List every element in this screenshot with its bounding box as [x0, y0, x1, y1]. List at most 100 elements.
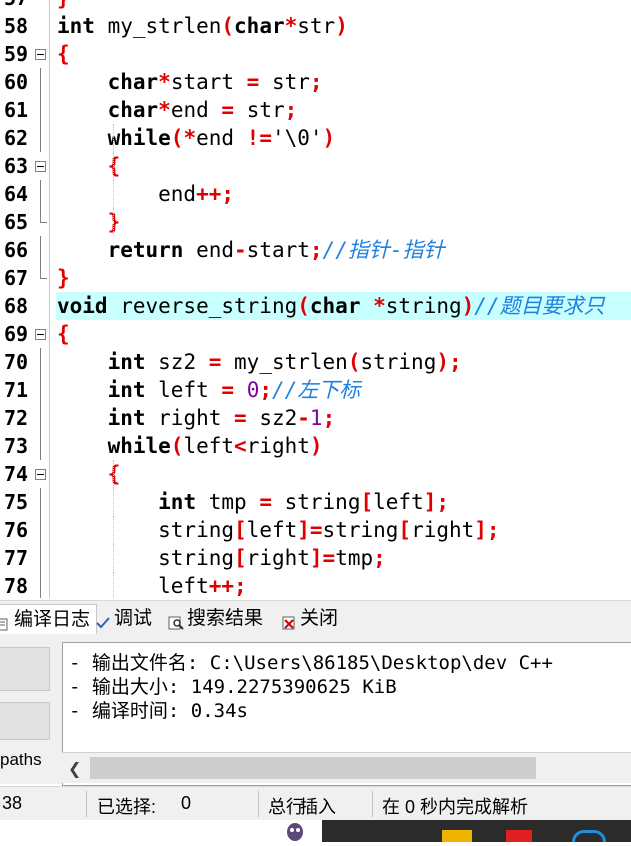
fold-guide — [40, 488, 41, 516]
code-token: ]= — [309, 546, 336, 570]
code-line[interactable]: 70 int sz2 = my_strlen(string); — [0, 348, 631, 376]
code-token: = — [259, 490, 272, 514]
code-token: ]= — [297, 518, 323, 542]
log-line: - 输出大小: 149.2275390625 KiB — [69, 676, 397, 698]
code-token: * — [360, 294, 386, 318]
code-line[interactable]: 77 string[right]=tmp; — [0, 544, 631, 572]
code-token: reverse_string — [107, 294, 298, 318]
side-button-2[interactable] — [0, 702, 50, 740]
fold-guide — [40, 376, 41, 404]
code-token: ; — [309, 70, 323, 94]
code-line[interactable]: 61 char*end = str; — [0, 96, 631, 124]
code-text: } — [57, 264, 70, 292]
code-line[interactable]: 62 while(*end !='\0') — [0, 124, 631, 152]
tab-debug[interactable]: 调试 — [95, 604, 152, 634]
code-token: string — [385, 294, 462, 318]
fold-toggle-icon[interactable] — [35, 329, 46, 340]
code-line[interactable]: 74 { — [0, 460, 631, 488]
code-text: } — [57, 208, 121, 236]
code-line[interactable]: 75 int tmp = string[left]; — [0, 488, 631, 516]
scroll-left-icon[interactable]: ❮ — [68, 759, 81, 778]
code-token: != — [246, 126, 272, 150]
log-line: - 编译时间: 0.34s — [69, 700, 248, 722]
app-red-icon[interactable] — [506, 830, 532, 842]
status-parse-message: 在 0 秒内完成解析 — [382, 797, 529, 817]
code-token: string — [271, 490, 361, 514]
code-text: left++; — [57, 572, 247, 598]
line-number: 66 — [4, 238, 29, 262]
code-token: ; — [309, 238, 323, 262]
code-line[interactable]: 60 char*start = str; — [0, 68, 631, 96]
indent-guide — [113, 544, 115, 572]
tab-debug-label: 调试 — [114, 608, 153, 629]
code-token: char — [234, 14, 285, 38]
code-token: int — [107, 350, 146, 374]
fold-toggle-icon[interactable] — [35, 161, 46, 172]
line-number: 75 — [4, 490, 29, 514]
line-number: 68 — [4, 294, 29, 318]
code-token: left — [373, 490, 424, 514]
indent-guide — [113, 516, 115, 544]
horizontal-scrollbar[interactable]: ❮ — [62, 752, 631, 783]
line-number: 60 — [4, 70, 29, 94]
code-token: //左下标 — [272, 378, 361, 402]
side-button-1[interactable] — [0, 647, 50, 691]
line-number: 72 — [4, 406, 29, 430]
indent-guide — [113, 488, 115, 516]
code-text: void reverse_string(char *string)//题目要求只 — [57, 292, 605, 320]
code-line[interactable]: 71 int left = 0;//左下标 — [0, 376, 631, 404]
close-panel-icon — [281, 611, 297, 630]
mascot-icon[interactable] — [284, 822, 306, 842]
code-token: { — [57, 322, 70, 346]
code-token: //指针-指针 — [322, 238, 445, 262]
code-editor[interactable]: 57}58int my_strlen(char*str)59{60 char*s… — [0, 0, 631, 598]
tab-close[interactable]: 关闭 — [281, 604, 338, 634]
code-token: return — [107, 238, 184, 262]
code-token: } — [57, 0, 70, 10]
code-token: ) — [322, 126, 336, 150]
code-text: int sz2 = my_strlen(string); — [57, 348, 462, 376]
browser-icon[interactable] — [572, 830, 606, 842]
fold-end-marker — [40, 208, 47, 223]
code-token: str — [234, 98, 285, 122]
code-line[interactable]: 66 return end-start;//指针-指针 — [0, 236, 631, 264]
scrollbar-thumb[interactable] — [90, 757, 536, 779]
tab-search-results[interactable]: 搜索结果 — [168, 604, 263, 634]
code-token: * — [158, 70, 171, 94]
code-line[interactable]: 69 { — [0, 320, 631, 348]
code-line[interactable]: 76 string[left]=string[right]; — [0, 516, 631, 544]
code-line[interactable]: 64 end++; — [0, 180, 631, 208]
code-text: end++; — [57, 180, 234, 208]
line-number: 76 — [4, 518, 29, 542]
code-line[interactable]: 67} — [0, 264, 631, 292]
code-line[interactable]: 78 left++; — [0, 572, 631, 598]
code-line[interactable]: 57} — [0, 0, 631, 12]
status-insert-mode: 插入 — [300, 797, 336, 817]
code-token: left — [246, 518, 298, 542]
code-line[interactable]: 72 int right = sz2-1; — [0, 404, 631, 432]
tab-compile-log-label: 编译日志 — [14, 609, 91, 630]
line-number: 71 — [4, 378, 29, 402]
fold-toggle-icon[interactable] — [35, 49, 46, 60]
code-line[interactable]: 63 { — [0, 152, 631, 180]
tab-compile-log[interactable]: 编译日志 — [0, 604, 98, 635]
code-token: [ — [234, 546, 247, 570]
code-token: start — [246, 238, 310, 262]
code-line[interactable]: 68 void reverse_string(char *string)//题目要… — [0, 292, 631, 320]
tab-search-results-label: 搜索结果 — [187, 608, 264, 629]
code-text: while(left<right) — [57, 432, 323, 460]
code-line[interactable]: 59 { — [0, 40, 631, 68]
fold-toggle-icon[interactable] — [35, 469, 46, 480]
code-line[interactable]: 58 int my_strlen(char*str) — [0, 12, 631, 40]
code-token: ( — [297, 294, 310, 318]
code-token: char — [107, 70, 159, 94]
folder-icon[interactable] — [442, 830, 472, 842]
search-results-icon — [168, 611, 184, 630]
code-line[interactable]: 73 while(left<right) — [0, 432, 631, 460]
code-token: ]; — [474, 518, 500, 542]
code-line[interactable]: 65 } — [0, 208, 631, 236]
code-token: tmp — [335, 546, 374, 570]
